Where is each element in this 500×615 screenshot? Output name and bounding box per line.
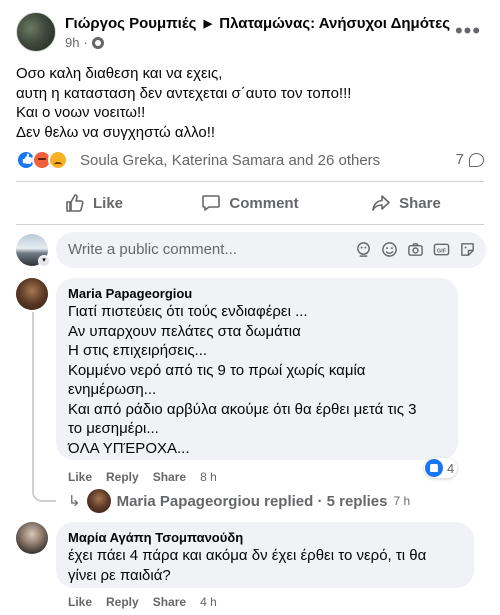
post-time[interactable]: 9h [65,35,79,50]
comment-input[interactable]: Write a public comment... GIF [56,232,486,268]
reaction-icons[interactable] [16,150,68,172]
like-label: Like [92,194,123,212]
commenter-name[interactable]: Maria Papageorgiou [68,286,446,302]
comment-time[interactable]: 4 h [200,595,217,609]
comment-time[interactable]: 8 h [200,470,217,484]
comment-line: το μεσημέρι... [68,420,159,437]
comment-line: ενημέρωση... [68,381,157,398]
share-button[interactable]: Share [328,186,484,220]
post-meta: 9h · [65,35,104,50]
replies-summary: Maria Papageorgiou replied · 5 replies [116,492,388,510]
reactions-summary[interactable]: Soula Greka, Katerina Samara and 26 othe… [80,152,380,169]
divider [16,181,484,182]
post-header: Γιώργος Ρουμπιές ▶ Πλαταμώνας: Ανήσυχοι … [16,10,486,54]
svg-text:GIF: GIF [437,248,447,254]
reply-arrow-icon: ↳ [68,493,81,510]
comment-count-value: 7 [455,151,464,168]
comment-like-button[interactable]: Like [68,470,92,484]
sad-reaction-icon [48,150,68,170]
emoji-icon[interactable] [381,241,398,258]
globe-icon [91,36,104,49]
post-text: Οσο καλη διαθεση και να εχεις, αυτη η κα… [16,64,486,142]
sticker-icon[interactable] [459,241,476,258]
commenter-name[interactable]: Μαρία Αγάπη Τσομπανούδη [68,530,462,546]
post-line: Και ο νοων νοειτω!! [16,104,146,121]
post-actions: Like Comment Share [16,186,484,220]
meta-dot: · [83,35,88,50]
comment-meta: Like Reply Share 8 h [68,470,217,484]
replier-avatar [86,489,111,513]
comment-input-tools: GIF [355,241,476,258]
thread-elbow [32,488,56,502]
comment-line: Η στις επιχειρήσεις... [68,342,208,359]
caret-right-icon: ▶ [203,18,213,30]
replies-time: 7 h [393,494,411,508]
share-label: Share [399,194,441,212]
comment-bubble: Μαρία Αγάπη Τσομπανούδη έχει πάει 4 πάρα… [56,522,474,588]
comment-line: ΌΛΑ ΥΠΈΡΟΧΑ... [68,439,190,457]
author-avatar[interactable] [16,12,56,52]
more-options-icon[interactable]: ••• [450,20,486,44]
view-replies[interactable]: ↳ Maria Papageorgiou replied · 5 replies… [68,489,410,513]
comment-label: Comment [229,194,299,212]
commenter-avatar[interactable] [16,522,48,554]
post-line: Οσο καλη διαθεση και να εχεις, [16,65,223,82]
like-button[interactable]: Like [16,186,172,220]
chevron-down-icon[interactable]: ▾ [38,255,50,267]
comment-text: έχει πάει 4 πάρα και ακόμα δν έχει έρθει… [68,546,462,585]
group-name[interactable]: Πλαταμώνας: Ανήσυχοι Δημότες [219,15,450,32]
commenter-avatar[interactable] [16,278,48,310]
thumbs-up-icon [66,194,84,212]
comment-like-count: 4 [447,460,455,476]
write-comment-row: ▾ Write a public comment... GIF [16,232,486,268]
comment-reaction-count[interactable]: 4 [424,458,458,478]
comment-line: γίνει ρε παιδιά? [68,566,171,584]
like-reaction-icon [425,459,443,477]
divider [16,224,484,225]
comment-meta: Like Reply Share 4 h [68,595,217,609]
comment-icon [202,195,221,211]
comment-share-button[interactable]: Share [153,470,186,484]
camera-icon[interactable] [407,241,424,258]
comment-line: Αν υπαρχουν πελάτες στα δωμάτια [68,322,301,340]
comment-line: Και από ράδιο αρβύλα ακούμε ότι θα έρθει… [68,400,417,418]
comment-share-button[interactable]: Share [153,595,186,609]
comment-like-button[interactable]: Like [68,595,92,609]
comment-text: Γιατί πιστεύεις ότι τούς ενδιαφέρει ... … [68,302,446,458]
comment-count[interactable]: 7 [456,151,484,168]
reactions-bar: Soula Greka, Katerina Samara and 26 othe… [16,150,486,172]
post-line: αυτη η κατασταση δεν αντεχεται σ΄αυτο το… [16,84,352,102]
comment-placeholder: Write a public comment... [68,241,237,258]
comment-line: έχει πάει 4 πάρα και ακόμα δν έχει έρθει… [68,547,427,564]
thread-line [32,312,34,490]
comment-bubble: Maria Papageorgiou Γιατί πιστεύεις ότι τ… [56,278,458,460]
avatar-sticker-icon[interactable] [355,241,372,258]
comment-reply-button[interactable]: Reply [106,470,139,484]
comment-reply-button[interactable]: Reply [106,595,139,609]
comment-bubble-icon [469,152,484,167]
author-line: Γιώργος Ρουμπιές ▶ Πλαταμώνας: Ανήσυχοι … [65,15,450,32]
comment-button[interactable]: Comment [172,186,328,220]
comment-line: Γιατί πιστεύεις ότι τούς ενδιαφέρει ... [68,303,308,320]
post-line: Δεν θελω να συγχηστώ αλλο!! [16,123,216,141]
share-icon [372,195,390,211]
comment-line: Κομμένο νερό από τις 9 το πρωί χωρίς καμ… [68,361,366,379]
gif-icon[interactable]: GIF [433,241,450,258]
author-name[interactable]: Γιώργος Ρουμπιές [65,15,196,32]
